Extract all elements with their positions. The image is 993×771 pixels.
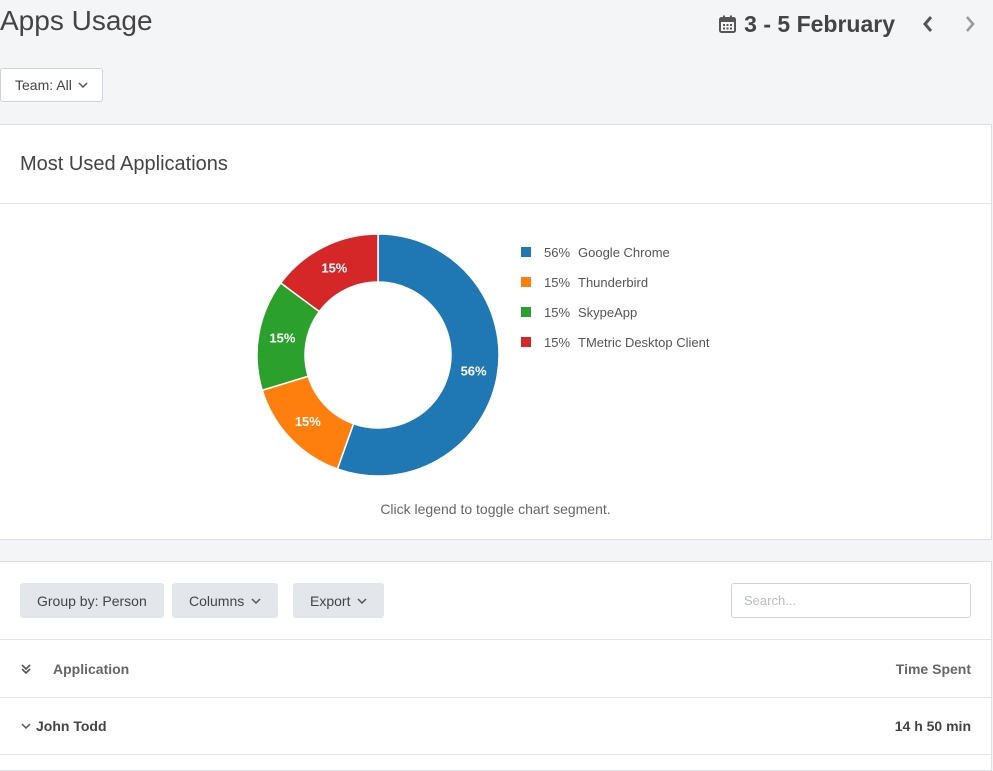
table-row[interactable]: John Todd 14 h 50 min — [0, 698, 991, 755]
team-filter-dropdown[interactable]: Team: All — [0, 68, 103, 102]
donut-segment-label: 15% — [295, 414, 321, 429]
legend-label: Thunderbird — [578, 274, 649, 290]
expand-all-icon[interactable] — [20, 640, 32, 697]
legend-swatch — [521, 247, 531, 257]
chevron-down-icon — [357, 597, 367, 604]
column-header-time-spent[interactable]: Time Spent — [896, 640, 971, 697]
export-button[interactable]: Export — [293, 583, 385, 618]
donut-segment-label: 15% — [269, 330, 295, 345]
applications-table-card: Group by: Person Columns Export Applicat… — [0, 561, 992, 771]
chevron-down-icon — [251, 597, 261, 604]
donut-segment-label: 56% — [461, 364, 487, 379]
legend-item[interactable]: 56% Google Chrome — [521, 237, 709, 267]
legend-label: TMetric Desktop Client — [578, 334, 710, 350]
donut-chart: 56% 15% 15% 15% — [256, 233, 500, 477]
legend-swatch — [521, 307, 531, 317]
group-by-label: Group by: Person — [37, 592, 147, 609]
table-header: Application Time Spent — [0, 640, 991, 698]
search-input[interactable] — [731, 583, 971, 618]
calendar-icon[interactable] — [719, 15, 737, 33]
team-filter-label: Team: All — [15, 77, 72, 93]
donut-segment-label: 15% — [321, 260, 347, 275]
legend-label: SkypeApp — [578, 304, 638, 320]
column-header-application[interactable]: Application — [53, 640, 129, 697]
chart-hint: Click legend to toggle chart segment. — [380, 501, 611, 517]
legend-percentage: 15% — [544, 274, 571, 290]
chevron-left-icon — [923, 16, 933, 32]
table-toolbar: Group by: Person Columns Export — [0, 562, 991, 640]
previous-period-button[interactable] — [915, 11, 941, 37]
person-name: John Todd — [36, 718, 107, 734]
page-title: Apps Usage — [0, 5, 153, 36]
chevron-down-icon — [78, 82, 88, 88]
date-range-label[interactable]: 3 - 5 February — [744, 11, 895, 38]
legend-item[interactable]: 15% SkypeApp — [521, 297, 709, 327]
time-spent-value: 14 h 50 min — [894, 718, 971, 734]
legend-label: Google Chrome — [578, 244, 670, 260]
group-by-button[interactable]: Group by: Person — [20, 583, 164, 618]
legend-item[interactable]: 15% Thunderbird — [521, 267, 709, 297]
legend-percentage: 56% — [544, 244, 571, 260]
legend-item[interactable]: 15% TMetric Desktop Client — [521, 327, 709, 357]
date-navigator: 3 - 5 February — [719, 9, 983, 39]
export-label: Export — [310, 592, 351, 609]
legend-percentage: 15% — [544, 304, 571, 320]
chevron-down-icon[interactable] — [21, 698, 31, 754]
legend-swatch — [521, 277, 531, 287]
legend-swatch — [521, 337, 531, 347]
card-title: Most Used Applications — [0, 125, 991, 204]
columns-label: Columns — [189, 592, 245, 609]
chart-legend: 56% Google Chrome 15% Thunderbird 15% SkypeAp… — [521, 237, 709, 357]
next-period-button[interactable] — [957, 11, 983, 37]
chevron-right-icon — [966, 16, 975, 32]
columns-button[interactable]: Columns — [172, 583, 279, 618]
legend-percentage: 15% — [544, 334, 571, 350]
most-used-applications-card: Most Used Applications 56% 15% 15% 15% 56% G… — [0, 124, 992, 540]
